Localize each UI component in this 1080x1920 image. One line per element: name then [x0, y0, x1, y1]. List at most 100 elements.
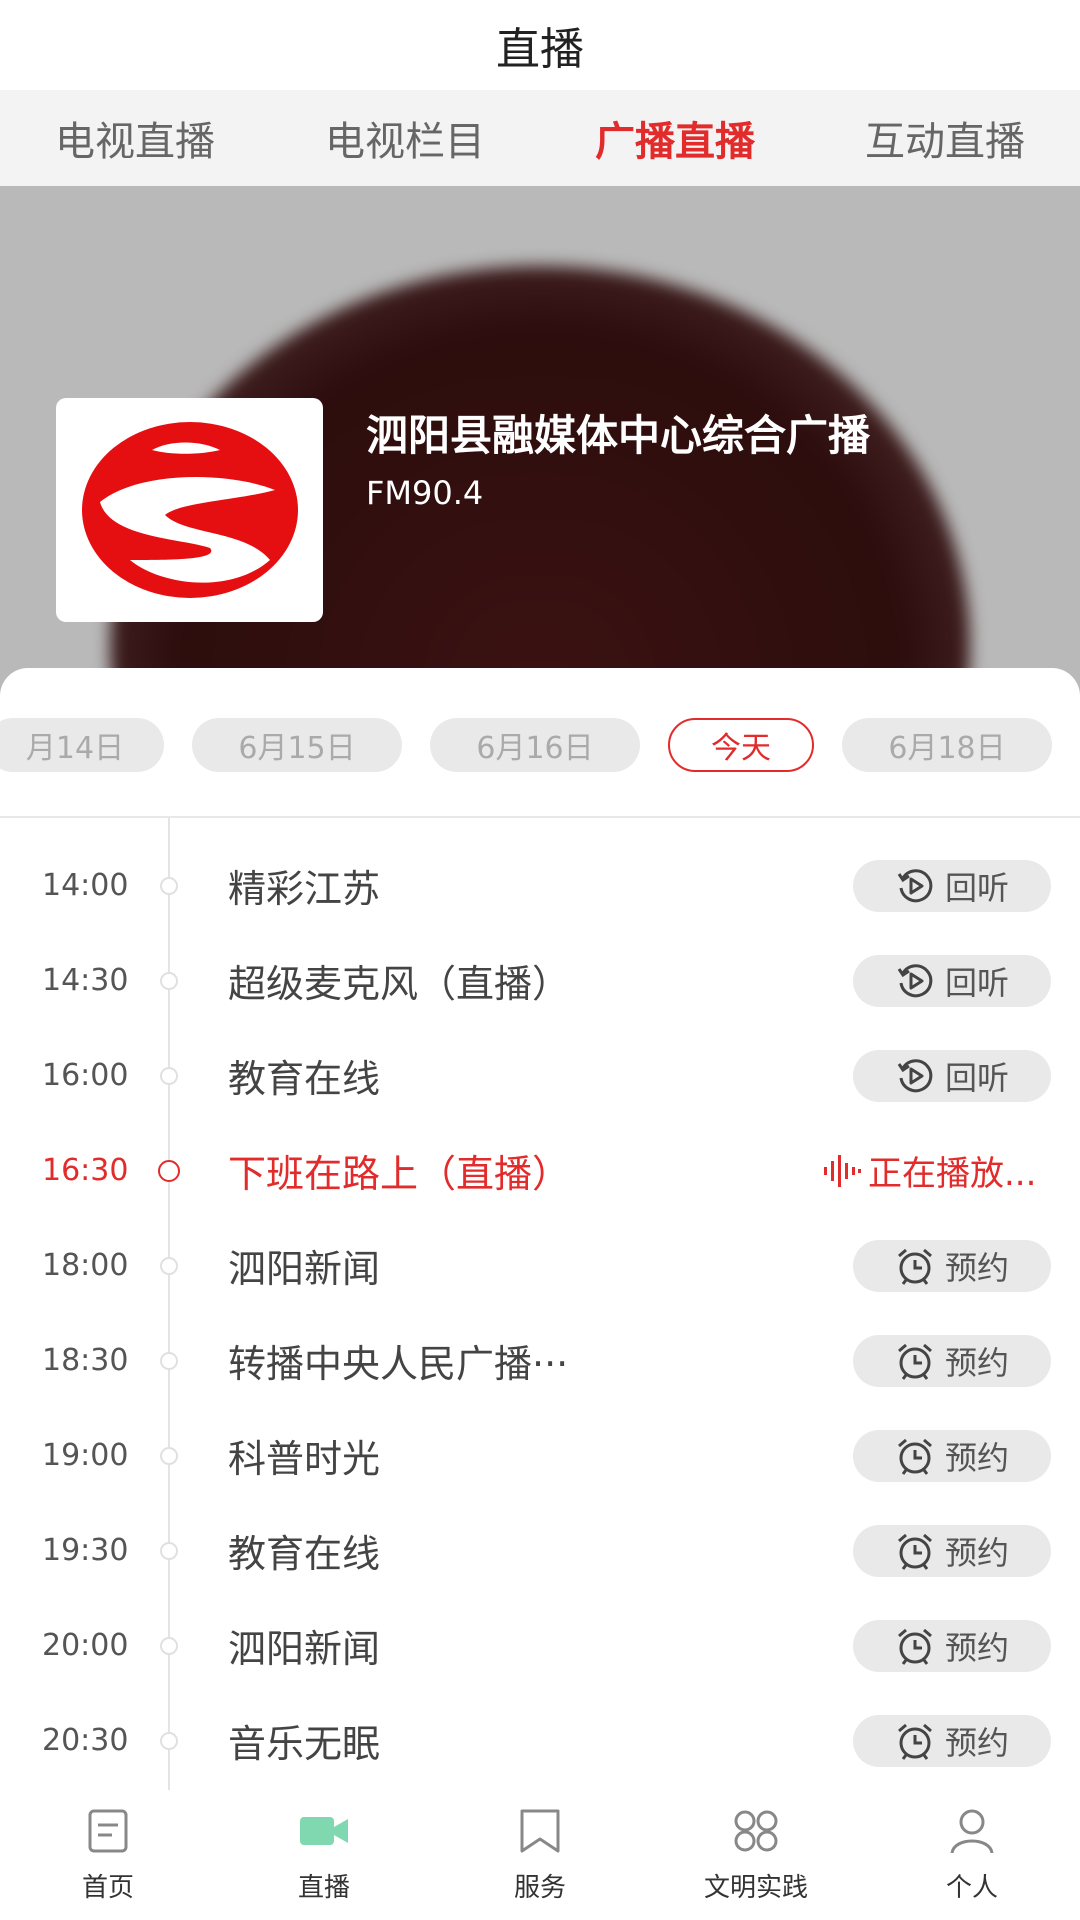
station-logo: [56, 398, 323, 622]
program-time: 14:00: [42, 868, 129, 903]
schedule-row[interactable]: 20:30 音乐无眠 预约: [0, 1693, 1080, 1788]
timeline-dot: [160, 1731, 178, 1750]
schedule-row[interactable]: 18:30 转播中央人民广播··· 预约: [0, 1313, 1080, 1408]
date-chip[interactable]: 月14日: [0, 718, 164, 772]
action-label: 预约: [944, 1533, 1009, 1572]
action-label: 预约: [944, 1628, 1009, 1667]
reserve-button[interactable]: 预约: [853, 1619, 1051, 1672]
timeline-dot: [160, 971, 178, 990]
replay-button[interactable]: 回听: [853, 954, 1051, 1007]
timeline-dot: [160, 1541, 178, 1560]
program-time: 19:00: [42, 1438, 129, 1473]
alarm-clock-icon: [895, 1436, 935, 1476]
nav-civilization[interactable]: 文明实践: [648, 1790, 864, 1920]
program-time: 18:30: [42, 1343, 129, 1378]
replay-icon: [895, 866, 935, 906]
reserve-button[interactable]: 预约: [853, 1714, 1051, 1767]
station-logo-icon: [81, 422, 298, 598]
program-name: 音乐无眠: [228, 1722, 381, 1766]
timeline-dot: [160, 1351, 178, 1370]
divider: [0, 816, 1080, 818]
top-header: 直播: [0, 0, 1080, 90]
nav-live[interactable]: 直播: [216, 1790, 432, 1920]
alarm-clock-icon: [895, 1721, 935, 1761]
action-label: 预约: [944, 1438, 1009, 1477]
alarm-clock-icon: [895, 1626, 935, 1666]
program-time: 18:00: [42, 1248, 129, 1283]
schedule-row[interactable]: 19:30 教育在线 预约: [0, 1503, 1080, 1598]
tab-radio-live[interactable]: 广播直播: [540, 90, 810, 186]
date-chip[interactable]: 6月16日: [430, 718, 640, 772]
timeline-dot: [160, 1636, 178, 1655]
schedule-row[interactable]: 16:00 教育在线 回听: [0, 1028, 1080, 1123]
tab-tv-programs[interactable]: 电视栏目: [270, 90, 540, 186]
bookmark-icon: [520, 1809, 560, 1852]
now-playing-status: 正在播放...: [822, 1146, 1036, 1195]
program-name: 转播中央人民广播···: [228, 1342, 569, 1386]
page-title: 直播: [496, 24, 584, 75]
alarm-clock-icon: [895, 1246, 935, 1286]
date-selector: 月14日 6月15日 6月16日 今天 6月18日: [0, 718, 1080, 774]
nav-home[interactable]: 首页: [0, 1790, 216, 1920]
schedule-row-live[interactable]: 16:30 下班在路上（直播） 正在播放...: [0, 1123, 1080, 1218]
action-label: 预约: [944, 1723, 1009, 1762]
program-time: 20:30: [42, 1723, 129, 1758]
reserve-button[interactable]: 预约: [853, 1524, 1051, 1577]
action-label: 预约: [944, 1248, 1009, 1287]
nav-live-label: 直播: [297, 1872, 350, 1903]
station-frequency: FM90.4: [366, 474, 484, 512]
alarm-clock-icon: [895, 1531, 935, 1571]
timeline-dot: [160, 1256, 178, 1275]
timeline-dot: [160, 1066, 178, 1085]
program-name: 科普时光: [228, 1437, 381, 1481]
replay-button[interactable]: 回听: [853, 859, 1051, 912]
person-icon: [950, 1809, 994, 1853]
nav-civilization-label: 文明实践: [703, 1872, 808, 1903]
grid-icon: [734, 1810, 778, 1851]
date-chip-today[interactable]: 今天: [668, 718, 814, 772]
program-name: 泗阳新闻: [228, 1247, 381, 1291]
bottom-navigation: 首页 直播 服务 文明实践 个人: [0, 1790, 1080, 1920]
program-time: 16:30: [42, 1153, 129, 1188]
nav-service[interactable]: 服务: [432, 1790, 648, 1920]
action-label: 回听: [944, 1058, 1009, 1097]
schedule-row[interactable]: 18:00 泗阳新闻 预约: [0, 1218, 1080, 1313]
nav-profile-label: 个人: [945, 1872, 998, 1903]
action-label: 预约: [944, 1343, 1009, 1382]
now-playing-label: 正在播放...: [868, 1154, 1037, 1194]
date-chip[interactable]: 6月15日: [192, 718, 402, 772]
program-name: 泗阳新闻: [228, 1627, 381, 1671]
program-name: 精彩江苏: [228, 867, 381, 911]
category-tabs: 电视直播 电视栏目 广播直播 互动直播: [0, 90, 1080, 186]
sound-wave-icon: [822, 1153, 862, 1189]
schedule-row[interactable]: 14:00 精彩江苏 回听: [0, 838, 1080, 933]
tab-tv-live[interactable]: 电视直播: [0, 90, 270, 186]
schedule-row[interactable]: 20:00 泗阳新闻 预约: [0, 1598, 1080, 1693]
replay-icon: [895, 961, 935, 1001]
reserve-button[interactable]: 预约: [853, 1239, 1051, 1292]
schedule-row[interactable]: 19:00 科普时光 预约: [0, 1408, 1080, 1503]
nav-profile[interactable]: 个人: [864, 1790, 1080, 1920]
program-time: 16:00: [42, 1058, 129, 1093]
timeline-dot: [158, 1159, 180, 1182]
video-camera-icon: [300, 1816, 348, 1845]
program-name: 超级麦克风（直播）: [228, 962, 571, 1006]
date-chip[interactable]: 6月18日: [842, 718, 1052, 772]
station-name: 泗阳县融媒体中心综合广播: [366, 411, 871, 460]
program-time: 20:00: [42, 1628, 129, 1663]
program-time: 14:30: [42, 963, 129, 998]
program-name: 下班在路上（直播）: [228, 1152, 571, 1196]
nav-home-label: 首页: [81, 1872, 134, 1903]
reserve-button[interactable]: 预约: [853, 1429, 1051, 1482]
program-name: 教育在线: [228, 1532, 381, 1576]
replay-icon: [895, 1056, 935, 1096]
replay-button[interactable]: 回听: [853, 1049, 1051, 1102]
home-icon: [88, 1809, 128, 1852]
tab-interactive-live[interactable]: 互动直播: [810, 90, 1080, 186]
timeline-dot: [160, 1446, 178, 1465]
schedule-row[interactable]: 14:30 超级麦克风（直播） 回听: [0, 933, 1080, 1028]
nav-service-label: 服务: [513, 1872, 566, 1903]
reserve-button[interactable]: 预约: [853, 1334, 1051, 1387]
program-time: 19:30: [42, 1533, 129, 1568]
schedule-panel: 月14日 6月15日 6月16日 今天 6月18日 14:00 精彩江苏 回听 14:…: [0, 668, 1080, 1790]
